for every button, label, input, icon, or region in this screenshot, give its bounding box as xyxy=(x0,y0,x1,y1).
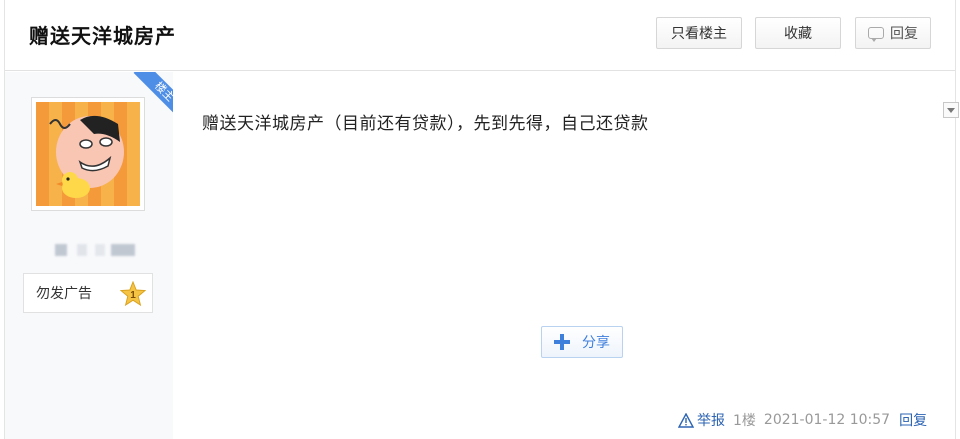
badge-label: 勿发广告 xyxy=(36,286,92,302)
post-menu-toggle[interactable] xyxy=(943,102,959,118)
post-footer: 举报 1楼 2021-01-12 10:57 回复 xyxy=(678,410,927,430)
level-number: 1 xyxy=(130,290,136,301)
post-timestamp: 2021-01-12 10:57 xyxy=(763,412,891,428)
author-column: 勿发广告 1 xyxy=(5,72,173,439)
share-button[interactable]: 分享 xyxy=(541,326,623,358)
collect-label: 收藏 xyxy=(784,26,812,42)
report-link[interactable]: 举报 xyxy=(697,410,725,430)
thread-header: 赠送天洋城房产 只看楼主 收藏 回复 xyxy=(5,0,955,71)
post-body: 赠送天洋城房产（目前还有贷款），先到先得，自己还贷款 分享 举报 1楼 2021… xyxy=(173,72,959,439)
reply-top-label: 回复 xyxy=(890,26,918,42)
op-ribbon: 楼主 xyxy=(123,72,175,124)
reply-top-button[interactable]: 回复 xyxy=(855,17,931,49)
plus-icon xyxy=(554,334,570,350)
post-content: 赠送天洋城房产（目前还有贷款），先到先得，自己还贷款 xyxy=(202,114,649,134)
post-frame: 赠送天洋城房产 只看楼主 收藏 回复 勿发广告 1 楼主 赠送天洋城房产（目前还… xyxy=(4,0,959,439)
op-tag: 楼主 xyxy=(133,72,175,123)
level-star-icon: 1 xyxy=(120,281,146,307)
chevron-down-icon xyxy=(947,107,955,113)
reply-link[interactable]: 回复 xyxy=(899,410,927,430)
comment-bubble-icon xyxy=(868,27,884,42)
username-blurred[interactable] xyxy=(55,244,135,258)
warning-icon xyxy=(678,412,694,428)
share-label: 分享 xyxy=(582,335,610,351)
floor-number: 1楼 xyxy=(733,413,756,429)
thread-title: 赠送天洋城房产 xyxy=(29,24,176,48)
collect-button[interactable]: 收藏 xyxy=(755,17,841,49)
only-op-label: 只看楼主 xyxy=(671,26,727,42)
only-op-button[interactable]: 只看楼主 xyxy=(656,17,742,49)
user-badge[interactable]: 勿发广告 1 xyxy=(23,273,153,313)
